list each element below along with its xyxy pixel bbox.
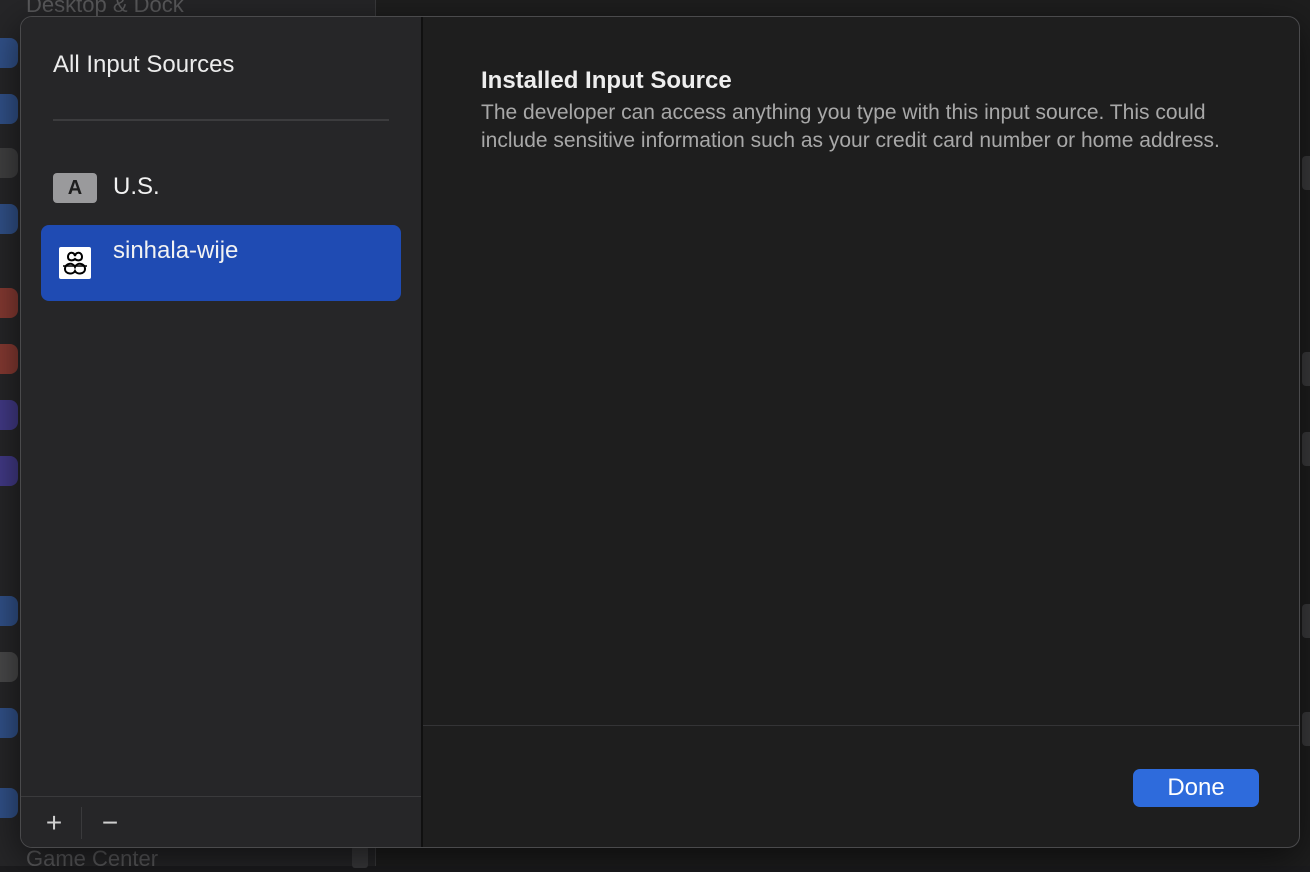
pane-divider [421, 17, 423, 847]
background-sidebar-icon [0, 288, 18, 318]
background-sidebar-icon [0, 708, 18, 738]
background-sidebar-icon [0, 400, 18, 430]
background-control [1302, 352, 1310, 386]
input-sources-sheet: All Input Sources A U.S. sinhala-wije + … [20, 16, 1300, 848]
background-sidebar-icon [0, 204, 18, 234]
input-source-label: sinhala-wije [113, 237, 239, 264]
background-control [1302, 156, 1310, 190]
background-sidebar-icon [0, 38, 18, 68]
sidebar-divider [53, 119, 389, 121]
footer-divider [81, 807, 82, 839]
sidebar-footer: + − [21, 796, 421, 847]
background-control [1302, 604, 1310, 638]
background-sidebar-icon [0, 344, 18, 374]
background-control [1302, 712, 1310, 746]
background-sidebar-item-game-center[interactable]: Game Center [26, 846, 158, 872]
background-sidebar-icon [0, 94, 18, 124]
footer-divider [423, 725, 1299, 726]
detail-title: Installed Input Source [481, 67, 732, 94]
input-source-label: U.S. [113, 173, 160, 200]
background-control [1302, 432, 1310, 466]
sidebar-title: All Input Sources [53, 51, 235, 78]
background-sidebar-icon [0, 596, 18, 626]
input-source-us[interactable]: A U.S. [41, 157, 401, 217]
input-sources-sidebar: All Input Sources A U.S. sinhala-wije + … [21, 17, 421, 847]
background-sidebar-icon [0, 652, 18, 682]
background-scrollbar[interactable] [352, 846, 368, 868]
input-source-sinhala-wije[interactable]: sinhala-wije [41, 225, 401, 301]
sinhala-letter-icon [59, 247, 91, 279]
background-sidebar-icon [0, 456, 18, 486]
detail-description: The developer can access anything you ty… [481, 101, 1220, 152]
add-input-source-button[interactable]: + [34, 807, 74, 841]
keyboard-a-icon: A [53, 173, 97, 203]
background-sidebar-icon [0, 148, 18, 178]
background-sidebar-icon [0, 788, 18, 818]
remove-input-source-button[interactable]: − [90, 807, 130, 841]
done-button[interactable]: Done [1133, 769, 1259, 807]
